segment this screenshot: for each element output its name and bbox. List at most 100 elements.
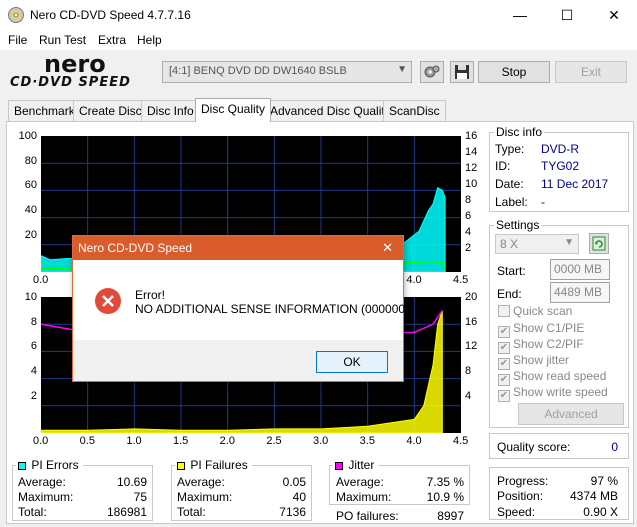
x-tick-label: 4.5	[453, 435, 469, 447]
quick-scan-checkbox[interactable]: Quick scan	[498, 304, 572, 318]
y-tick-label-right: 10	[465, 178, 478, 190]
exit-button[interactable]: Exit	[555, 61, 627, 83]
tab-scandisc[interactable]: ScanDisc	[383, 100, 446, 121]
show-write-speed-checkbox[interactable]: ✔ Show write speed	[498, 385, 608, 402]
pi-failures-swatch	[177, 462, 185, 470]
tab-disc-quality[interactable]: Disc Quality	[195, 98, 272, 122]
y-tick-label-left: 60	[24, 179, 37, 192]
jitter-average: 7.35 %	[426, 475, 464, 489]
pi-errors-maximum-label: Maximum:	[18, 490, 74, 504]
show-jitter-checkbox[interactable]: ✔ Show jitter	[498, 353, 569, 370]
gears-icon	[424, 65, 440, 78]
drive-select-value: [4:1] BENQ DVD DD DW1640 BSLB	[169, 65, 347, 77]
po-failures-label: PO failures:	[336, 509, 399, 523]
y-tick-label-left: 8	[30, 315, 37, 328]
tab-advanced-disc-quality[interactable]: Advanced Disc Quality	[264, 100, 397, 121]
show-c2-pif-checkbox[interactable]: ✔ Show C2/PIF	[498, 337, 584, 354]
disc-info-title: Disc info	[494, 125, 545, 139]
position-value: 4374 MB	[569, 489, 618, 503]
y-tick-label-left: 80	[24, 154, 37, 167]
pi-failures-total-label: Total:	[177, 505, 206, 519]
disc-id-label: ID:	[495, 159, 511, 173]
x-tick-label: 2.5	[266, 435, 282, 447]
tab-benchmark[interactable]: Benchmark	[8, 100, 81, 121]
checkbox-unchecked-icon	[498, 305, 510, 317]
dialog-body: Error! NO ADDITIONAL SENSE INFORMATION (…	[73, 260, 409, 340]
pi-errors-swatch	[18, 462, 26, 470]
show-write-speed-label: Show write speed	[513, 385, 608, 399]
maximize-button[interactable]: ☐	[544, 0, 590, 30]
maximize-icon: ☐	[560, 7, 574, 23]
y-tick-label-right: 16	[465, 130, 478, 142]
tab-disc-info[interactable]: Disc Info	[141, 100, 200, 121]
drive-options-button[interactable]	[420, 61, 444, 83]
show-read-speed-label: Show read speed	[513, 369, 607, 383]
pi-failures-title: PI Failures	[188, 458, 250, 472]
tab-create-disc[interactable]: Create Disc	[73, 100, 148, 121]
window-title: Nero CD-DVD Speed 4.7.7.16	[30, 8, 191, 22]
advanced-button[interactable]: Advanced	[518, 403, 624, 425]
menu-help[interactable]: Help	[137, 33, 162, 47]
jitter-maximum: 10.9 %	[426, 490, 464, 504]
y-tick-label-right: 20	[465, 291, 478, 303]
dialog-title-bar: Nero CD-DVD Speed ✕	[73, 236, 403, 260]
show-read-speed-checkbox[interactable]: ✔ Show read speed	[498, 369, 606, 386]
save-button[interactable]	[450, 61, 474, 83]
minimize-button[interactable]: —	[497, 0, 543, 30]
start-label: Start:	[497, 264, 526, 278]
disc-label-label: Label:	[495, 195, 528, 209]
y-tick-label-left: 40	[24, 204, 37, 217]
chevron-down-icon: ▼	[397, 64, 407, 75]
pi-failures-average-label: Average:	[177, 475, 225, 489]
start-input[interactable]: 0000 MB	[550, 259, 610, 280]
pi-errors-maximum: 75	[133, 490, 147, 504]
y-tick-label-left: 10	[24, 291, 37, 303]
settings-title: Settings	[494, 218, 542, 232]
disc-date-label: Date:	[495, 177, 524, 191]
disc-label-value: -	[541, 195, 545, 209]
jitter-title: Jitter	[346, 458, 377, 472]
menu-extra[interactable]: Extra	[98, 33, 126, 47]
speed-select[interactable]: 8 X ▼	[495, 234, 579, 254]
nero-logo: nero	[44, 50, 106, 78]
x-tick-label: 4.0	[406, 435, 422, 447]
stop-button[interactable]: Stop	[478, 61, 550, 83]
dialog-ok-button[interactable]: OK	[316, 351, 388, 373]
x-tick-label: 4.0	[406, 274, 422, 286]
disc-type-value: DVD-R	[541, 142, 579, 156]
menu-run-test[interactable]: Run Test	[39, 33, 86, 47]
quality-score-value: 0	[611, 440, 618, 454]
dialog-title: Nero CD-DVD Speed	[78, 241, 193, 255]
error-icon	[95, 288, 121, 314]
close-button[interactable]: ✕	[591, 0, 637, 30]
jitter-legend: Jitter	[333, 458, 379, 472]
quick-scan-label: Quick scan	[513, 304, 573, 318]
show-c1-pie-label: Show C1/PIE	[513, 321, 585, 335]
pi-errors-average: 10.69	[116, 475, 147, 489]
pi-errors-title: PI Errors	[29, 458, 81, 472]
y-tick-label-right: 14	[465, 146, 478, 158]
dialog-message: NO ADDITIONAL SENSE INFORMATION (000000)	[135, 302, 410, 316]
pi-failures-average: 0.05	[282, 475, 306, 489]
refresh-speed-button[interactable]	[589, 233, 609, 254]
end-input[interactable]: 4489 MB	[550, 282, 610, 303]
dialog-close-button[interactable]: ✕	[382, 240, 393, 256]
y-tick-label-left: 20	[24, 228, 37, 241]
y-tick-label-left: 6	[30, 340, 37, 353]
cd-dvd-speed-logo: CD·DVD SPEED	[10, 75, 131, 90]
x-tick-label: 2.0	[219, 435, 235, 447]
pi-failures-maximum: 40	[292, 490, 306, 504]
show-c1-pie-checkbox[interactable]: ✔ Show C1/PIE	[498, 321, 584, 338]
drive-select[interactable]: [4:1] BENQ DVD DD DW1640 BSLB ▼	[162, 61, 412, 83]
speed-value: 0.90 X	[583, 505, 618, 519]
progress-value: 97 %	[590, 474, 618, 488]
progress-label: Progress:	[497, 474, 549, 488]
disc-type-label: Type:	[495, 142, 525, 156]
jitter-average-label: Average:	[336, 475, 384, 489]
y-tick-label-right: 2	[465, 242, 472, 254]
speed-label: Speed:	[497, 505, 536, 519]
menu-file[interactable]: File	[8, 33, 27, 47]
refresh-icon	[592, 236, 606, 251]
y-tick-label-right: 4	[465, 389, 472, 402]
speed-select-value: 8 X	[500, 237, 519, 251]
